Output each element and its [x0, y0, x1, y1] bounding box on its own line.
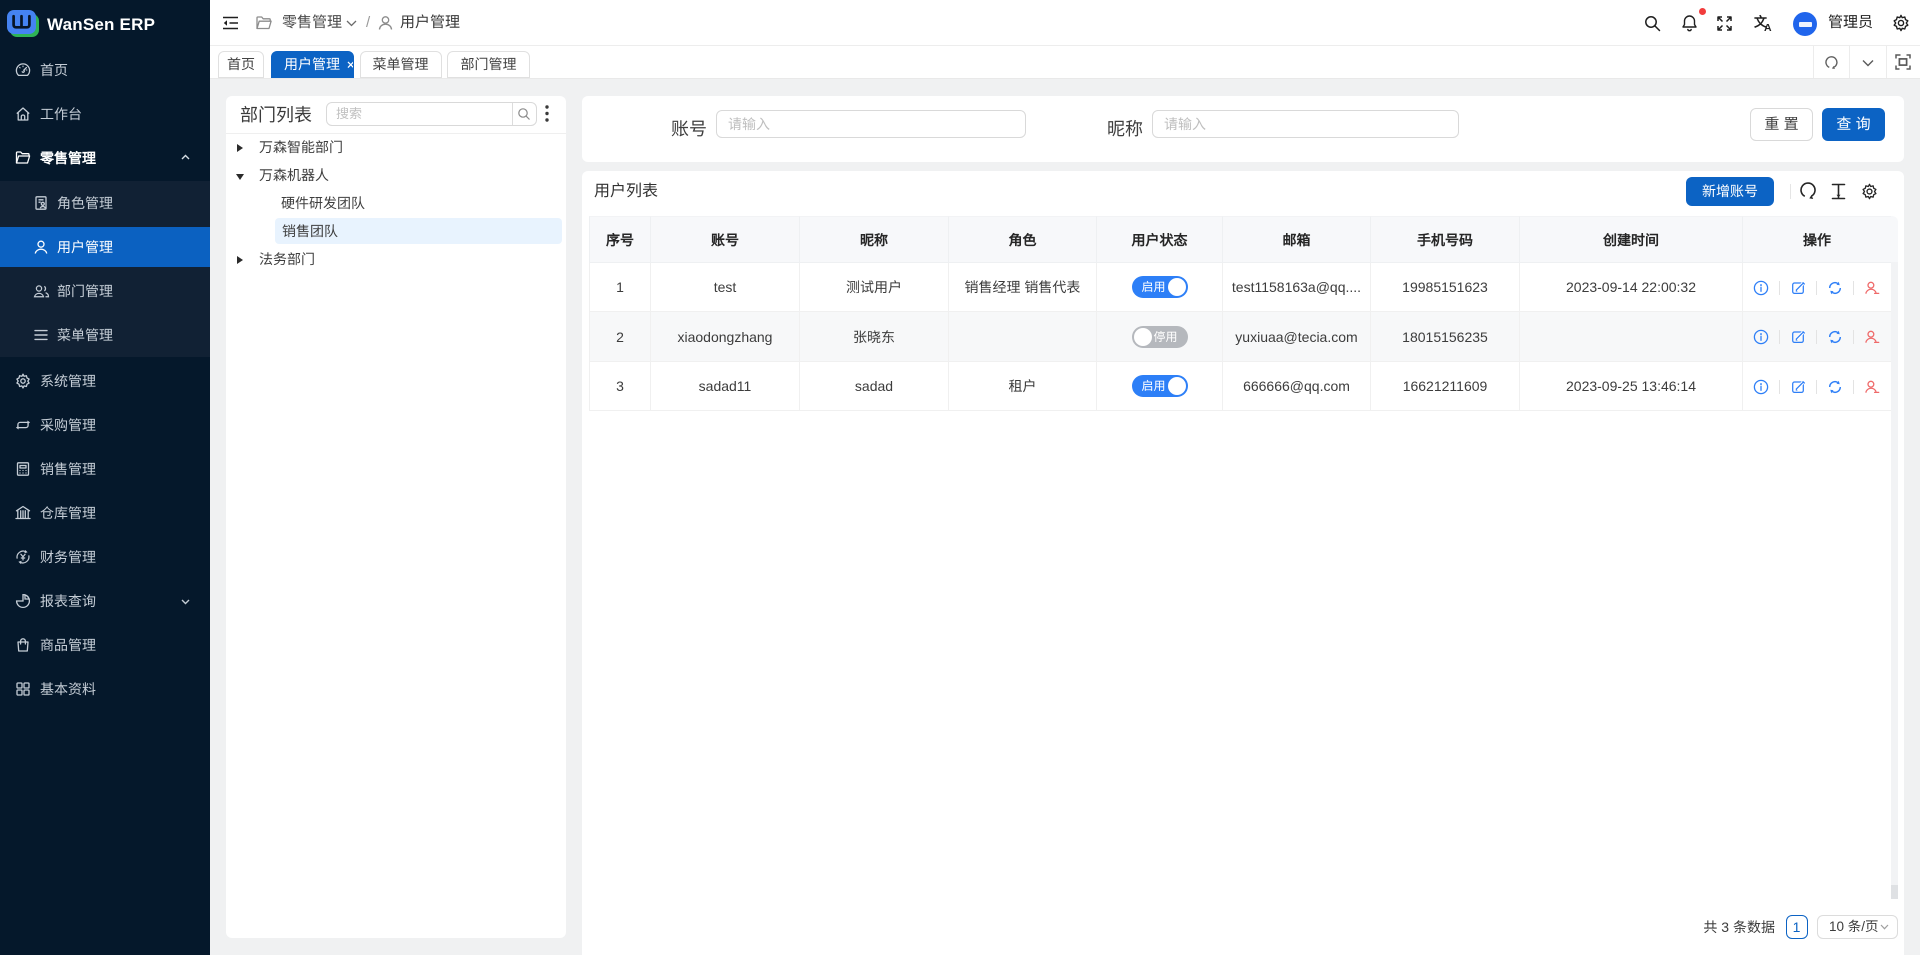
svg-text:A: A	[1764, 22, 1772, 32]
